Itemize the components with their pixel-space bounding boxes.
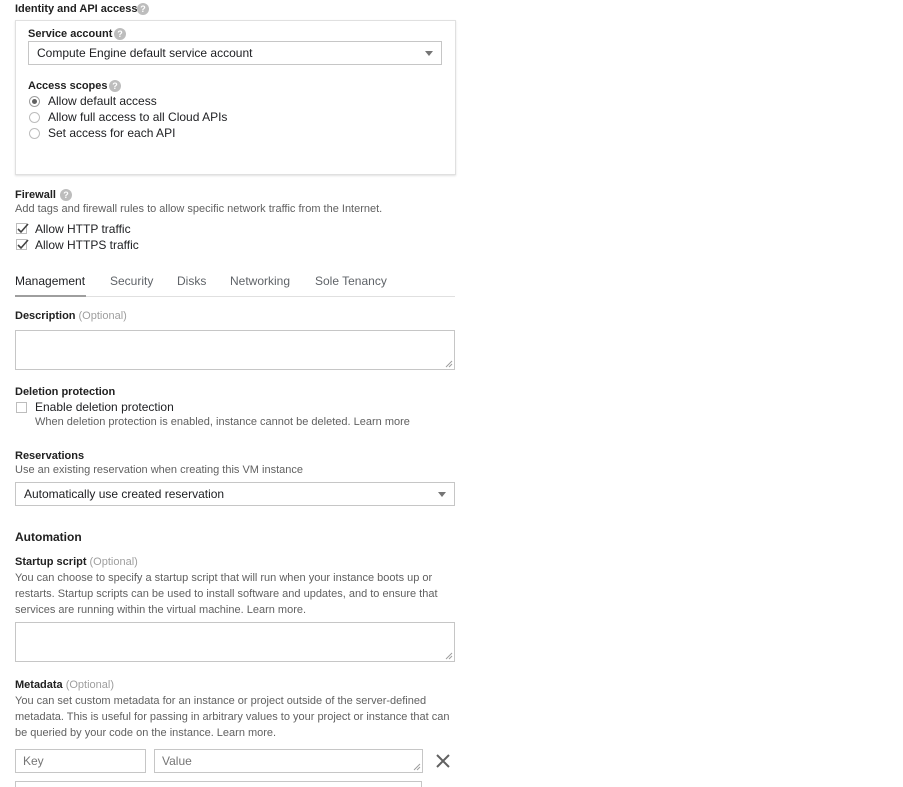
allow-http-label: Allow HTTP traffic [35, 222, 131, 236]
allow-https-label: Allow HTTPS traffic [35, 238, 139, 252]
deletion-protection-help: When deletion protection is enabled, ins… [35, 416, 410, 428]
service-account-select[interactable]: Compute Engine default service account [28, 41, 442, 65]
tab-sole-tenancy[interactable]: Sole Tenancy [315, 274, 387, 288]
chevron-down-icon [425, 51, 433, 56]
help-icon[interactable]: ? [137, 3, 149, 15]
startup-script-textarea[interactable] [15, 622, 455, 662]
metadata-key-input[interactable]: Key [15, 749, 146, 773]
optional-hint: (Optional) [65, 679, 114, 691]
access-scopes-label: Access scopes [28, 80, 108, 92]
startup-script-label: Startup script (Optional) [15, 556, 138, 568]
tab-security[interactable]: Security [110, 274, 153, 288]
metadata-description: You can set custom metadata for an insta… [15, 695, 450, 739]
description-textarea[interactable] [15, 330, 455, 370]
service-account-value: Compute Engine default service account [37, 46, 253, 60]
help-icon[interactable]: ? [114, 28, 126, 40]
firewall-description: Add tags and firewall rules to allow spe… [15, 203, 383, 215]
close-icon[interactable] [436, 754, 450, 768]
access-scope-default-radio[interactable] [29, 96, 40, 107]
metadata-value-placeholder: Value [162, 754, 192, 768]
optional-hint: (Optional) [78, 310, 127, 322]
tab-networking[interactable]: Networking [230, 274, 290, 288]
chevron-down-icon [438, 492, 446, 497]
optional-hint: (Optional) [89, 556, 138, 568]
access-scope-default-label: Allow default access [48, 94, 157, 108]
firewall-section-title: Firewall [15, 189, 56, 201]
reservations-title: Reservations [15, 450, 85, 462]
access-scope-full-label: Allow full access to all Cloud APIs [48, 110, 228, 124]
access-scope-each-api-label: Set access for each API [48, 126, 176, 140]
reservations-description: Use an existing reservation when creatin… [15, 464, 303, 476]
tab-disks[interactable]: Disks [177, 274, 206, 288]
deletion-protection-label: Enable deletion protection [35, 400, 174, 414]
automation-title: Automation [15, 530, 82, 544]
allow-http-checkbox[interactable] [16, 223, 29, 234]
tab-management[interactable]: Management [15, 274, 85, 288]
tab-active-indicator [15, 295, 86, 297]
startup-script-description: You can choose to specify a startup scri… [15, 572, 438, 616]
metadata-key-placeholder: Key [23, 754, 44, 768]
identity-section-title: Identity and API access [15, 3, 138, 15]
resize-grip-icon[interactable] [413, 763, 421, 771]
service-account-label: Service account [28, 28, 113, 40]
checkmark-icon [17, 239, 29, 250]
metadata-label: Metadata (Optional) [15, 679, 114, 691]
resize-grip-icon[interactable] [445, 360, 453, 368]
checkmark-icon [17, 223, 29, 234]
metadata-value-input[interactable]: Value [154, 749, 423, 773]
resize-grip-icon[interactable] [445, 652, 453, 660]
allow-https-checkbox[interactable] [16, 239, 29, 250]
help-icon[interactable]: ? [109, 80, 121, 92]
description-label: Description (Optional) [15, 310, 127, 322]
help-icon[interactable]: ? [60, 189, 72, 201]
deletion-protection-checkbox[interactable] [16, 402, 27, 413]
metadata-next-input[interactable] [15, 781, 422, 787]
reservations-value: Automatically use created reservation [24, 487, 225, 501]
access-scope-each-api-radio[interactable] [29, 128, 40, 139]
access-scope-full-radio[interactable] [29, 112, 40, 123]
deletion-protection-title: Deletion protection [15, 386, 116, 398]
learn-more-link[interactable]: Learn more [354, 416, 410, 428]
reservations-select[interactable]: Automatically use created reservation [15, 482, 455, 506]
